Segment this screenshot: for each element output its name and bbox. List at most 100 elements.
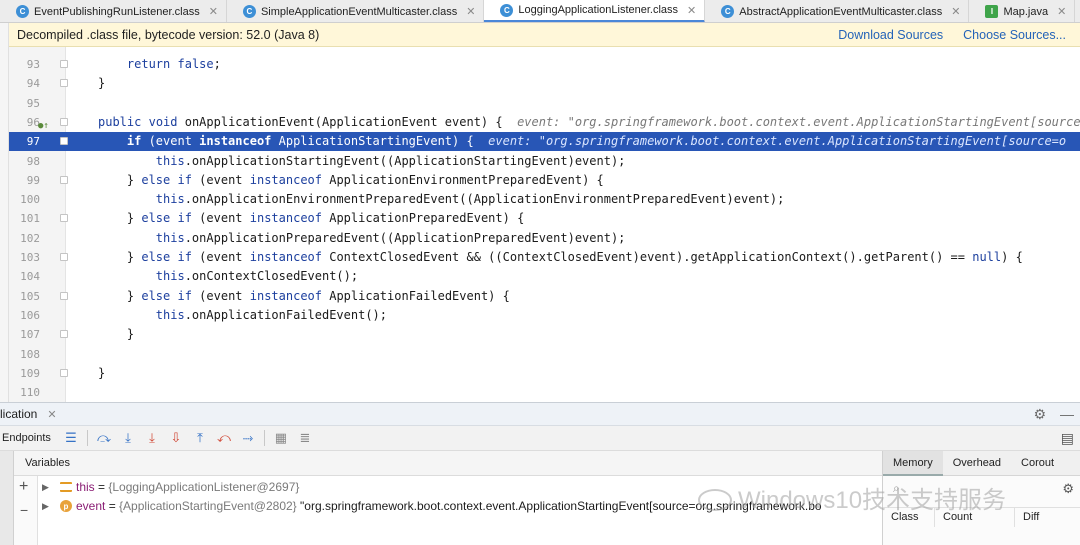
line-number[interactable]: 106 <box>9 306 40 325</box>
fold-marker-icon[interactable] <box>60 175 68 184</box>
code-line[interactable]: 94} <box>9 74 1080 93</box>
close-icon[interactable]: ✕ <box>466 5 475 18</box>
expand-arrow-icon[interactable]: ▶ <box>42 497 49 516</box>
close-icon[interactable]: ✕ <box>47 408 56 421</box>
code-line[interactable]: 109} <box>9 364 1080 383</box>
code-text: this.onApplicationEnvironmentPreparedEve… <box>155 192 785 207</box>
line-number[interactable]: 100 <box>9 190 40 209</box>
line-number[interactable]: 104 <box>9 267 40 286</box>
line-number[interactable]: 95 <box>9 94 40 113</box>
code-line[interactable]: 96 ●↑ public void onApplicationEvent(Appli… <box>9 113 1080 132</box>
gear-icon[interactable]: ⚙ <box>1033 406 1046 423</box>
step-over-icon[interactable]: ⤓ <box>116 428 140 448</box>
line-number[interactable]: 109 <box>9 364 40 383</box>
close-icon[interactable]: ✕ <box>687 4 696 17</box>
editor-tab[interactable]: I Map.java ✕ <box>969 0 1076 22</box>
code-line[interactable]: 101 } else if (event instanceof Applicat… <box>9 209 1080 228</box>
code-editor[interactable]: 93 return false; 94} 95 96 ●↑ public void onA… <box>9 47 1080 402</box>
remove-watch-icon[interactable]: − <box>20 502 28 518</box>
layout-icon[interactable]: ▤ <box>1061 430 1074 447</box>
fold-marker-icon[interactable] <box>60 137 68 146</box>
code-line[interactable]: 98 this.onApplicationStartingEvent((Appl… <box>9 152 1080 171</box>
variable-eq: = <box>105 499 120 513</box>
step-out-icon[interactable]: ⤒ <box>188 428 212 448</box>
editor-tab[interactable]: C EventPublishingRunListener.class ✕ <box>0 0 227 22</box>
trace-stream-icon[interactable]: ≣ <box>293 428 317 448</box>
fold-marker-icon[interactable] <box>60 60 68 68</box>
code-line[interactable]: 104 this.onContextClosedEvent(); <box>9 267 1080 286</box>
expand-arrow-icon[interactable]: ▶ <box>42 478 49 497</box>
code-line[interactable]: 93 return false; <box>9 55 1080 74</box>
code-line[interactable]: 110 <box>9 383 1080 402</box>
run-to-cursor-icon[interactable]: ⤑ <box>236 428 260 448</box>
line-number[interactable]: 105 <box>9 287 40 306</box>
line-number[interactable]: 110 <box>9 383 40 402</box>
memory-tab[interactable]: Overhead <box>943 451 1011 476</box>
code-line[interactable]: 105 } else if (event instanceof Applicat… <box>9 287 1080 306</box>
editor-tab-label: Map.java <box>1003 5 1049 18</box>
line-number[interactable]: 107 <box>9 325 40 344</box>
toolbar-separator <box>263 430 265 446</box>
fold-marker-icon[interactable] <box>60 79 68 88</box>
drop-frame-icon[interactable]: ⤺ <box>212 428 236 448</box>
show-execution-point-icon[interactable]: ⤼ <box>92 428 116 448</box>
download-sources-link[interactable]: Download Sources <box>838 28 943 42</box>
line-number[interactable]: 99 <box>9 171 40 190</box>
code-line[interactable]: 95 <box>9 94 1080 113</box>
class-file-icon: C <box>721 5 735 18</box>
gear-icon[interactable]: ⚙ <box>1062 481 1074 497</box>
line-number[interactable]: 98 <box>9 152 40 171</box>
code-line[interactable]: 100 this.onApplicationEnvironmentPrepare… <box>9 190 1080 209</box>
endpoints-label[interactable]: Endpoints <box>0 432 59 444</box>
fold-marker-icon[interactable] <box>60 368 68 377</box>
variable-eq: = <box>94 480 109 494</box>
evaluate-expression-icon[interactable]: ▦ <box>269 428 293 448</box>
fold-marker-icon[interactable] <box>60 330 68 339</box>
line-number[interactable]: 94 <box>9 74 40 93</box>
choose-sources-link[interactable]: Choose Sources... <box>963 28 1066 42</box>
force-step-into-icon[interactable]: ⇩ <box>164 428 188 448</box>
frames-panel-edge <box>0 451 14 545</box>
debugger-toolbar: Endpoints ☰ ⤼ ⤓ ⤓ ⇩ ⤒ ⤺ ⤑ ▦ ≣ ▤ <box>0 426 1080 451</box>
code-line[interactable]: 107 } <box>9 325 1080 344</box>
code-line[interactable]: 103 } else if (event instanceof ContextC… <box>9 248 1080 267</box>
close-icon[interactable]: ✕ <box>1057 5 1066 18</box>
line-number[interactable]: 101 <box>9 209 40 228</box>
code-line[interactable]: 102 this.onApplicationPreparedEvent((App… <box>9 229 1080 248</box>
line-number[interactable]: 97 <box>9 132 40 151</box>
variable-type: {LoggingApplicationListener@2697} <box>108 480 300 494</box>
line-number[interactable]: 93 <box>9 55 40 74</box>
minimize-icon[interactable]: — <box>1060 406 1074 422</box>
object-field-icon <box>60 482 72 492</box>
fold-marker-icon[interactable] <box>60 291 68 300</box>
add-watch-icon[interactable]: + <box>19 478 28 496</box>
editor-tab[interactable]: CSpringApplica <box>1075 0 1080 22</box>
close-icon[interactable]: ✕ <box>209 5 218 18</box>
editor-tab[interactable]: C SimpleApplicationEventMulticaster.class… <box>227 0 485 22</box>
code-line[interactable]: 106 this.onApplicationFailedEvent(); <box>9 306 1080 325</box>
code-line[interactable]: 108 <box>9 345 1080 364</box>
hamburger-menu-icon[interactable]: ☰ <box>59 428 83 448</box>
parameter-icon: p <box>60 500 72 512</box>
close-icon[interactable]: ✕ <box>951 5 960 18</box>
line-number[interactable]: 96 <box>9 113 40 132</box>
memory-tab[interactable]: Corout <box>1011 451 1064 476</box>
fold-marker-icon[interactable] <box>60 214 68 223</box>
code-text: } else if (event instanceof ApplicationE… <box>98 172 604 187</box>
fold-marker-icon[interactable] <box>60 253 68 261</box>
code-line[interactable]: 99 } else if (event instanceof Applicati… <box>9 171 1080 190</box>
line-number[interactable]: 103 <box>9 248 40 267</box>
variables-label: Variables <box>25 457 71 469</box>
memory-column-header[interactable]: Diff <box>1015 508 1080 527</box>
current-execution-line[interactable]: 97 if (event instanceof ApplicationStart… <box>9 132 1080 152</box>
editor-tab[interactable]: C LoggingApplicationListener.class ✕ <box>484 0 706 22</box>
debug-config-name[interactable]: lication <box>0 407 47 421</box>
step-into-icon[interactable]: ⤓ <box>140 428 164 448</box>
line-number[interactable]: 102 <box>9 229 40 248</box>
code-text: } <box>98 365 106 380</box>
memory-tab[interactable]: Memory <box>883 450 943 476</box>
fold-marker-icon[interactable] <box>60 117 68 126</box>
editor-tab[interactable]: C AbstractApplicationEventMulticaster.cla… <box>705 0 970 22</box>
line-number[interactable]: 108 <box>9 345 40 364</box>
class-file-icon: C <box>500 3 514 17</box>
